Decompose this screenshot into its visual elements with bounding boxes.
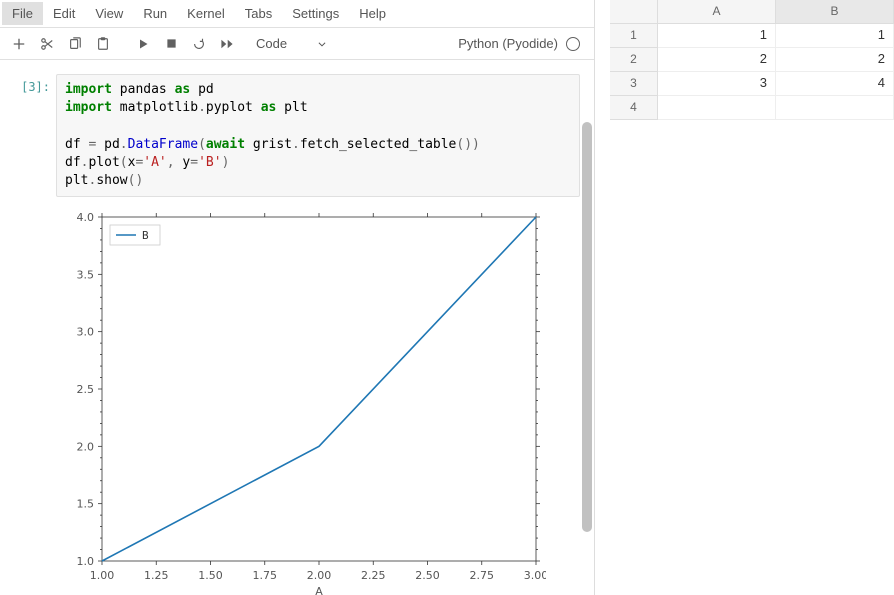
row-header-1[interactable]: 1 bbox=[610, 24, 658, 48]
scissors-icon bbox=[40, 37, 54, 51]
chevron-down-icon bbox=[317, 39, 327, 49]
cell-output: 1.0 1.5 2.0 2.5 3.0 3.5 4.0 1.00 1.25 1.50 1.75 2.0… bbox=[56, 201, 580, 595]
svg-text:2.5: 2.5 bbox=[77, 383, 95, 396]
cell-4-A[interactable] bbox=[658, 96, 776, 120]
cell-prompt: [3]: bbox=[6, 74, 56, 595]
code-cell[interactable]: [3]: import pandas as pd import matplotl… bbox=[0, 72, 594, 595]
col-header-B[interactable]: B bbox=[776, 0, 894, 24]
spreadsheet[interactable]: AB1112223344 bbox=[610, 0, 894, 120]
svg-text:1.75: 1.75 bbox=[253, 569, 278, 582]
cell-3-A[interactable]: 3 bbox=[658, 72, 776, 96]
menu-run[interactable]: Run bbox=[133, 2, 177, 25]
kernel-status-icon[interactable] bbox=[566, 37, 580, 51]
clipboard-icon bbox=[96, 37, 110, 51]
menu-view[interactable]: View bbox=[85, 2, 133, 25]
corner-cell[interactable] bbox=[610, 0, 658, 24]
cell-2-B[interactable]: 2 bbox=[776, 48, 894, 72]
run-button[interactable] bbox=[130, 31, 156, 57]
line-chart: 1.0 1.5 2.0 2.5 3.0 3.5 4.0 1.00 1.25 1.50 1.75 2.0… bbox=[56, 205, 546, 595]
svg-text:3.5: 3.5 bbox=[77, 268, 95, 281]
toolbar: Code Python (Pyodide) bbox=[0, 28, 594, 60]
cell-3-B[interactable]: 4 bbox=[776, 72, 894, 96]
cell-4-B[interactable] bbox=[776, 96, 894, 120]
cell-1-A[interactable]: 1 bbox=[658, 24, 776, 48]
cell-1-B[interactable]: 1 bbox=[776, 24, 894, 48]
svg-text:2.75: 2.75 bbox=[470, 569, 495, 582]
svg-text:2.25: 2.25 bbox=[361, 569, 386, 582]
scrollbar-thumb[interactable] bbox=[582, 122, 592, 532]
stop-icon bbox=[166, 38, 177, 49]
row-header-2[interactable]: 2 bbox=[610, 48, 658, 72]
cell-2-A[interactable]: 2 bbox=[658, 48, 776, 72]
row-header-4[interactable]: 4 bbox=[610, 96, 658, 120]
play-icon bbox=[137, 38, 149, 50]
code-editor[interactable]: import pandas as pd import matplotlib.py… bbox=[56, 74, 580, 197]
svg-text:1.50: 1.50 bbox=[198, 569, 223, 582]
stop-button[interactable] bbox=[158, 31, 184, 57]
plus-icon bbox=[12, 37, 26, 51]
menu-settings[interactable]: Settings bbox=[282, 2, 349, 25]
svg-text:A: A bbox=[315, 585, 323, 595]
fast-forward-icon bbox=[220, 38, 234, 50]
menu-kernel[interactable]: Kernel bbox=[177, 2, 235, 25]
svg-text:1.00: 1.00 bbox=[90, 569, 115, 582]
cell-type-label: Code bbox=[256, 36, 287, 51]
svg-text:3.00: 3.00 bbox=[524, 569, 546, 582]
menubar: File Edit View Run Kernel Tabs Settings … bbox=[0, 0, 594, 28]
svg-text:2.00: 2.00 bbox=[307, 569, 332, 582]
restart-button[interactable] bbox=[186, 31, 212, 57]
col-header-A[interactable]: A bbox=[658, 0, 776, 24]
spreadsheet-pane: AB1112223344 bbox=[610, 0, 894, 595]
cut-button[interactable] bbox=[34, 31, 60, 57]
menu-tabs[interactable]: Tabs bbox=[235, 2, 282, 25]
row-header-3[interactable]: 3 bbox=[610, 72, 658, 96]
menu-file[interactable]: File bbox=[2, 2, 43, 25]
menu-edit[interactable]: Edit bbox=[43, 2, 85, 25]
restart-icon bbox=[192, 37, 206, 51]
scrollbar[interactable] bbox=[582, 122, 592, 532]
copy-button[interactable] bbox=[62, 31, 88, 57]
svg-text:2.50: 2.50 bbox=[415, 569, 440, 582]
cell-type-select[interactable]: Code bbox=[248, 36, 335, 51]
svg-text:3.0: 3.0 bbox=[77, 326, 95, 339]
svg-text:1.5: 1.5 bbox=[77, 498, 95, 511]
svg-text:1.0: 1.0 bbox=[77, 555, 95, 568]
run-all-button[interactable] bbox=[214, 31, 240, 57]
paste-button[interactable] bbox=[90, 31, 116, 57]
svg-text:4.0: 4.0 bbox=[77, 211, 95, 224]
jupyter-pane: File Edit View Run Kernel Tabs Settings … bbox=[0, 0, 595, 595]
svg-text:2.0: 2.0 bbox=[77, 440, 95, 453]
copy-icon bbox=[68, 37, 82, 51]
svg-text:1.25: 1.25 bbox=[144, 569, 169, 582]
add-cell-button[interactable] bbox=[6, 31, 32, 57]
menu-help[interactable]: Help bbox=[349, 2, 396, 25]
notebook-area: [3]: import pandas as pd import matplotl… bbox=[0, 60, 594, 595]
kernel-name[interactable]: Python (Pyodide) bbox=[458, 36, 558, 51]
svg-text:B: B bbox=[142, 229, 149, 242]
